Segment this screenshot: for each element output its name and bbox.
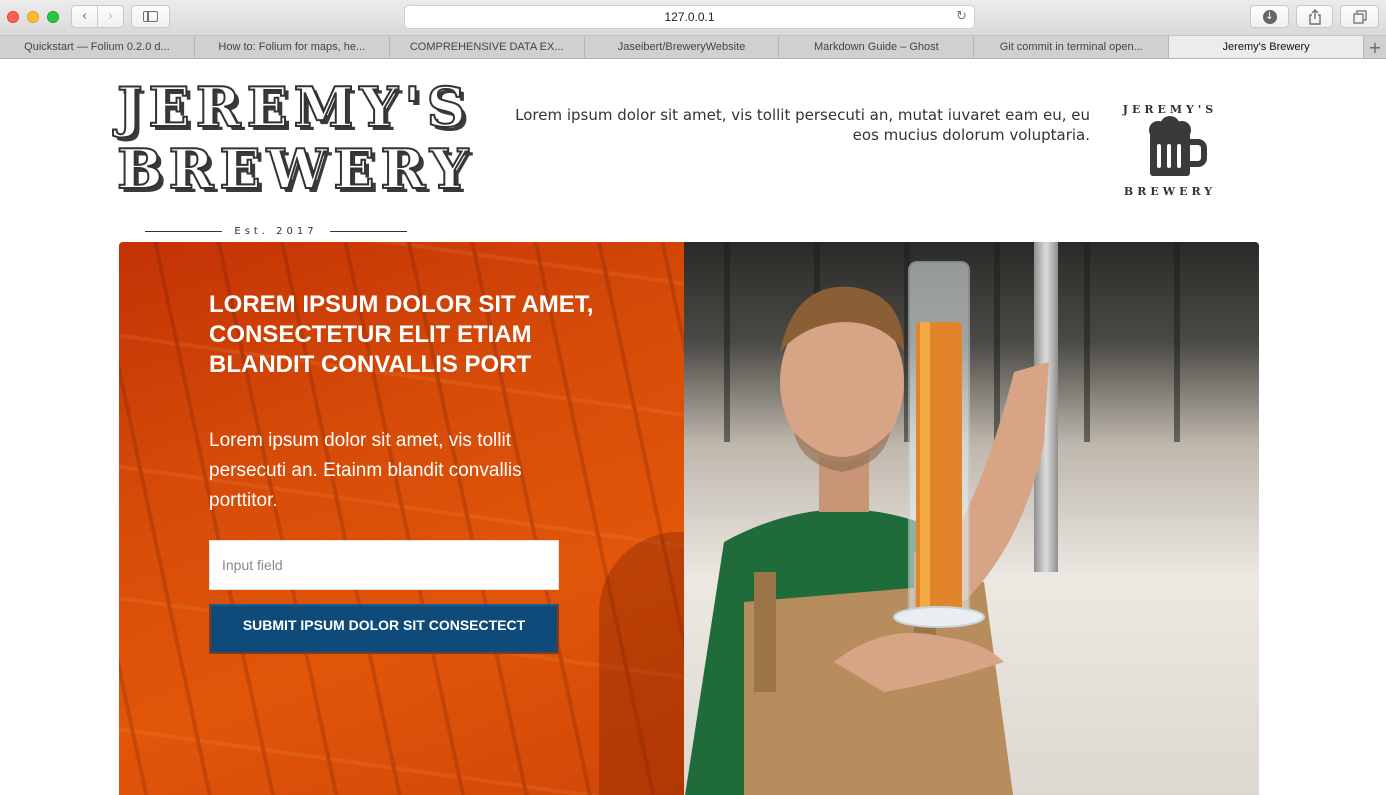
- hero-banner: LOREM IPSUM DOLOR SIT AMET, CONSECTETUR …: [119, 242, 1259, 795]
- panel-overlay-shadow: [599, 532, 684, 795]
- chevron-left-icon[interactable]: ‹: [72, 6, 97, 27]
- established-row: Est. 2017: [145, 226, 408, 237]
- history-navigation: ‹ ›: [71, 5, 124, 28]
- share-icon: [1308, 8, 1321, 25]
- divider: [329, 231, 408, 232]
- minimize-window-button[interactable]: [27, 11, 39, 23]
- address-url: 127.0.0.1: [664, 10, 715, 24]
- address-bar[interactable]: 127.0.0.1 ↻: [404, 5, 975, 29]
- sidebar-toggle-button[interactable]: [131, 5, 170, 28]
- tab-bar: Quickstart — Folium 0.2.0 d... How to: F…: [0, 36, 1386, 59]
- download-icon: ↓: [1262, 9, 1277, 24]
- tabs-overview-icon: [1352, 9, 1367, 24]
- close-window-button[interactable]: [7, 11, 19, 23]
- tab-quickstart-folium[interactable]: Quickstart — Folium 0.2.0 d...: [0, 36, 195, 58]
- tab-markdown-guide[interactable]: Markdown Guide – Ghost: [779, 36, 975, 58]
- hero-submit-button[interactable]: SUBMIT IPSUM DOLOR SIT CONSECTECT: [209, 604, 559, 654]
- tab-jeremys-brewery[interactable]: Jeremy's Brewery: [1169, 36, 1365, 58]
- tab-overview-button[interactable]: [1340, 5, 1379, 28]
- tab-title: Jeremy's Brewery: [1222, 41, 1310, 53]
- tab-title: Quickstart — Folium 0.2.0 d...: [24, 41, 170, 53]
- header-tagline: Lorem ipsum dolor sit amet, vis tollit p…: [515, 106, 1090, 144]
- brewer-figure-illustration: [685, 261, 1049, 795]
- tab-title: How to: Folium for maps, he...: [218, 41, 366, 53]
- sidebar-icon: [143, 11, 158, 22]
- brewery-badge-logo: JEREMY'S BREWERY: [1120, 100, 1220, 200]
- logo-line-2: BREWERY: [116, 137, 475, 201]
- zoom-window-button[interactable]: [47, 11, 59, 23]
- tab-title: COMPREHENSIVE DATA EX...: [409, 41, 564, 53]
- tab-title: Git commit in terminal open...: [999, 41, 1143, 53]
- established-text: Est. 2017: [234, 226, 318, 237]
- badge-bottom-text: BREWERY: [1123, 185, 1217, 198]
- hero-photo-brewer: [684, 242, 1259, 795]
- plus-icon[interactable]: +: [1364, 36, 1386, 58]
- tab-git-commit[interactable]: Git commit in terminal open...: [974, 36, 1170, 58]
- brewery-wordmark-logo[interactable]: JEREMY'S BREWERY Est. 2017: [116, 75, 475, 237]
- hero-description: Lorem ipsum dolor sit amet, vis tollit p…: [209, 430, 522, 511]
- chevron-right-icon[interactable]: ›: [97, 6, 123, 27]
- reload-icon[interactable]: ↻: [956, 9, 967, 24]
- browser-toolbar: ‹ › 127.0.0.1 ↻ ↓: [0, 0, 1386, 36]
- logo-line-1: JEREMY'S: [116, 75, 472, 139]
- hero-orange-panel: LOREM IPSUM DOLOR SIT AMET, CONSECTETUR …: [119, 242, 684, 795]
- tab-github-brewery[interactable]: Jaseibert/BreweryWebsite: [585, 36, 780, 58]
- web-page: JEREMY'S BREWERY Est. 2017 Lorem ipsum d…: [0, 60, 1386, 795]
- downloads-button[interactable]: ↓: [1250, 5, 1289, 28]
- tab-folium-maps[interactable]: How to: Folium for maps, he...: [195, 36, 390, 58]
- hero-input-field[interactable]: [209, 540, 559, 590]
- tab-title: Markdown Guide – Ghost: [814, 41, 939, 53]
- share-button[interactable]: [1296, 5, 1333, 28]
- tab-comprehensive-data[interactable]: COMPREHENSIVE DATA EX...: [390, 36, 585, 58]
- divider: [145, 231, 223, 232]
- tab-title: Jaseibert/BreweryWebsite: [617, 41, 746, 53]
- hero-heading: LOREM IPSUM DOLOR SIT AMET, CONSECTETUR …: [209, 291, 594, 378]
